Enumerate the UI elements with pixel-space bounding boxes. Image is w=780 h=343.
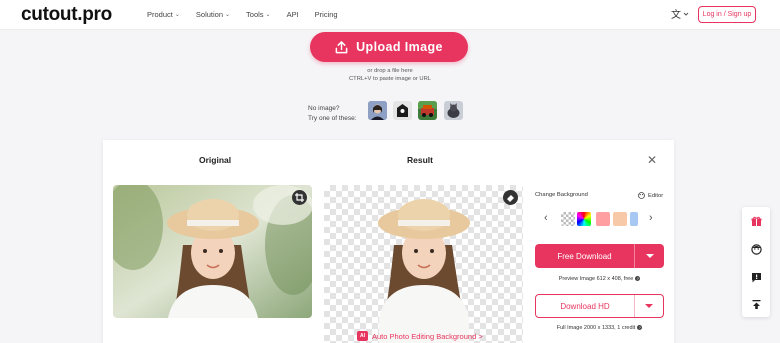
chevron-down-icon	[645, 304, 653, 308]
eraser-icon[interactable]	[503, 190, 518, 205]
translate-icon[interactable]: 文	[671, 8, 689, 23]
nav-api-label: API	[286, 10, 299, 19]
main-nav: Product ⌄ Solution ⌄ Tools ⌄ API Pricing	[147, 10, 354, 19]
nav-product-label: Product	[147, 10, 173, 19]
swatch-next-arrow[interactable]: ›	[649, 212, 653, 224]
download-hd-button[interactable]: Download HD	[535, 294, 664, 318]
back-to-top-icon[interactable]	[750, 298, 762, 310]
change-background-label: Change Background	[535, 192, 588, 198]
support-face-icon[interactable]	[750, 243, 762, 255]
sample-thumb-animal[interactable]	[444, 101, 463, 120]
sample-thumb-car[interactable]	[418, 101, 437, 120]
feedback-icon[interactable]	[750, 271, 762, 283]
swatch-transparent[interactable]	[561, 212, 575, 226]
chevron-down-icon: ⌄	[265, 12, 271, 18]
editor-button[interactable]: Editor	[638, 192, 663, 199]
palette-icon	[638, 192, 645, 199]
download-hd-dropdown[interactable]	[635, 304, 663, 308]
top-header: cutout.pro Product ⌄ Solution ⌄ Tools ⌄ API…	[0, 0, 780, 30]
sample-prompt: No image? Try one of these:	[308, 104, 357, 124]
swatch-pink[interactable]	[596, 212, 610, 226]
swatch-color-picker[interactable]	[577, 212, 591, 226]
gift-icon[interactable]	[750, 215, 762, 227]
nav-pricing-label: Pricing	[314, 10, 338, 19]
sample-thumb-woman[interactable]	[368, 101, 387, 120]
info-icon[interactable]: ?	[637, 325, 643, 331]
info-icon[interactable]: ?	[635, 276, 641, 282]
nav-tools-label: Tools	[246, 10, 264, 19]
drop-hint: or drop a file here	[367, 68, 413, 74]
floating-toolbar	[742, 207, 770, 317]
sample-prompt-line2: Try one of these:	[308, 115, 357, 122]
download-hd-label: Download HD	[560, 301, 610, 311]
auto-photo-editing-label: Auto Photo Editing Background >	[372, 331, 483, 341]
swatch-blue[interactable]	[630, 212, 638, 226]
swatch-peach[interactable]	[613, 212, 627, 226]
upload-image-label: Upload Image	[356, 40, 443, 54]
nav-product[interactable]: Product ⌄	[147, 10, 180, 19]
sample-thumb-product[interactable]	[393, 101, 412, 120]
swatch-prev-arrow[interactable]: ‹	[544, 212, 548, 224]
original-image	[113, 185, 312, 318]
free-download-label: Free Download	[557, 251, 612, 261]
chevron-down-icon: ⌄	[225, 12, 231, 18]
preview-image-note: Preview Image 612 x 408, free?	[535, 276, 664, 282]
free-download-dropdown[interactable]	[635, 254, 664, 258]
auto-photo-editing-link[interactable]: AI Auto Photo Editing Background >	[357, 331, 483, 341]
result-image	[324, 185, 523, 343]
crop-icon[interactable]	[292, 190, 307, 205]
chevron-down-icon	[645, 254, 654, 258]
logo[interactable]: cutout.pro	[21, 4, 112, 26]
close-icon[interactable]: ✕	[647, 154, 657, 166]
upload-icon	[335, 40, 348, 53]
nav-solution[interactable]: Solution ⌄	[196, 10, 230, 19]
nav-api[interactable]: API	[287, 10, 299, 19]
upload-image-button[interactable]: Upload Image	[310, 32, 468, 62]
nav-pricing[interactable]: Pricing	[315, 10, 338, 19]
ai-badge-icon: AI	[357, 331, 368, 341]
preview-image-note-text: Preview Image 612 x 408, free	[558, 276, 634, 282]
original-title: Original	[199, 155, 232, 165]
paste-hint: CTRL+V to paste image or URL	[349, 76, 431, 82]
chevron-down-icon: ⌄	[174, 12, 180, 18]
nav-solution-label: Solution	[195, 10, 223, 19]
nav-tools[interactable]: Tools ⌄	[246, 10, 271, 19]
full-image-note: Full Image 2000 x 1333, 1 credit?	[535, 325, 664, 331]
svg-text:文: 文	[671, 8, 681, 20]
login-signup-button[interactable]: Log in / Sign up	[698, 6, 756, 23]
full-image-note-text: Full Image 2000 x 1333, 1 credit	[556, 325, 636, 331]
free-download-button[interactable]: Free Download	[535, 244, 664, 268]
result-title: Result	[407, 155, 433, 165]
editor-label: Editor	[648, 192, 664, 199]
sample-prompt-line1: No image?	[308, 105, 340, 112]
